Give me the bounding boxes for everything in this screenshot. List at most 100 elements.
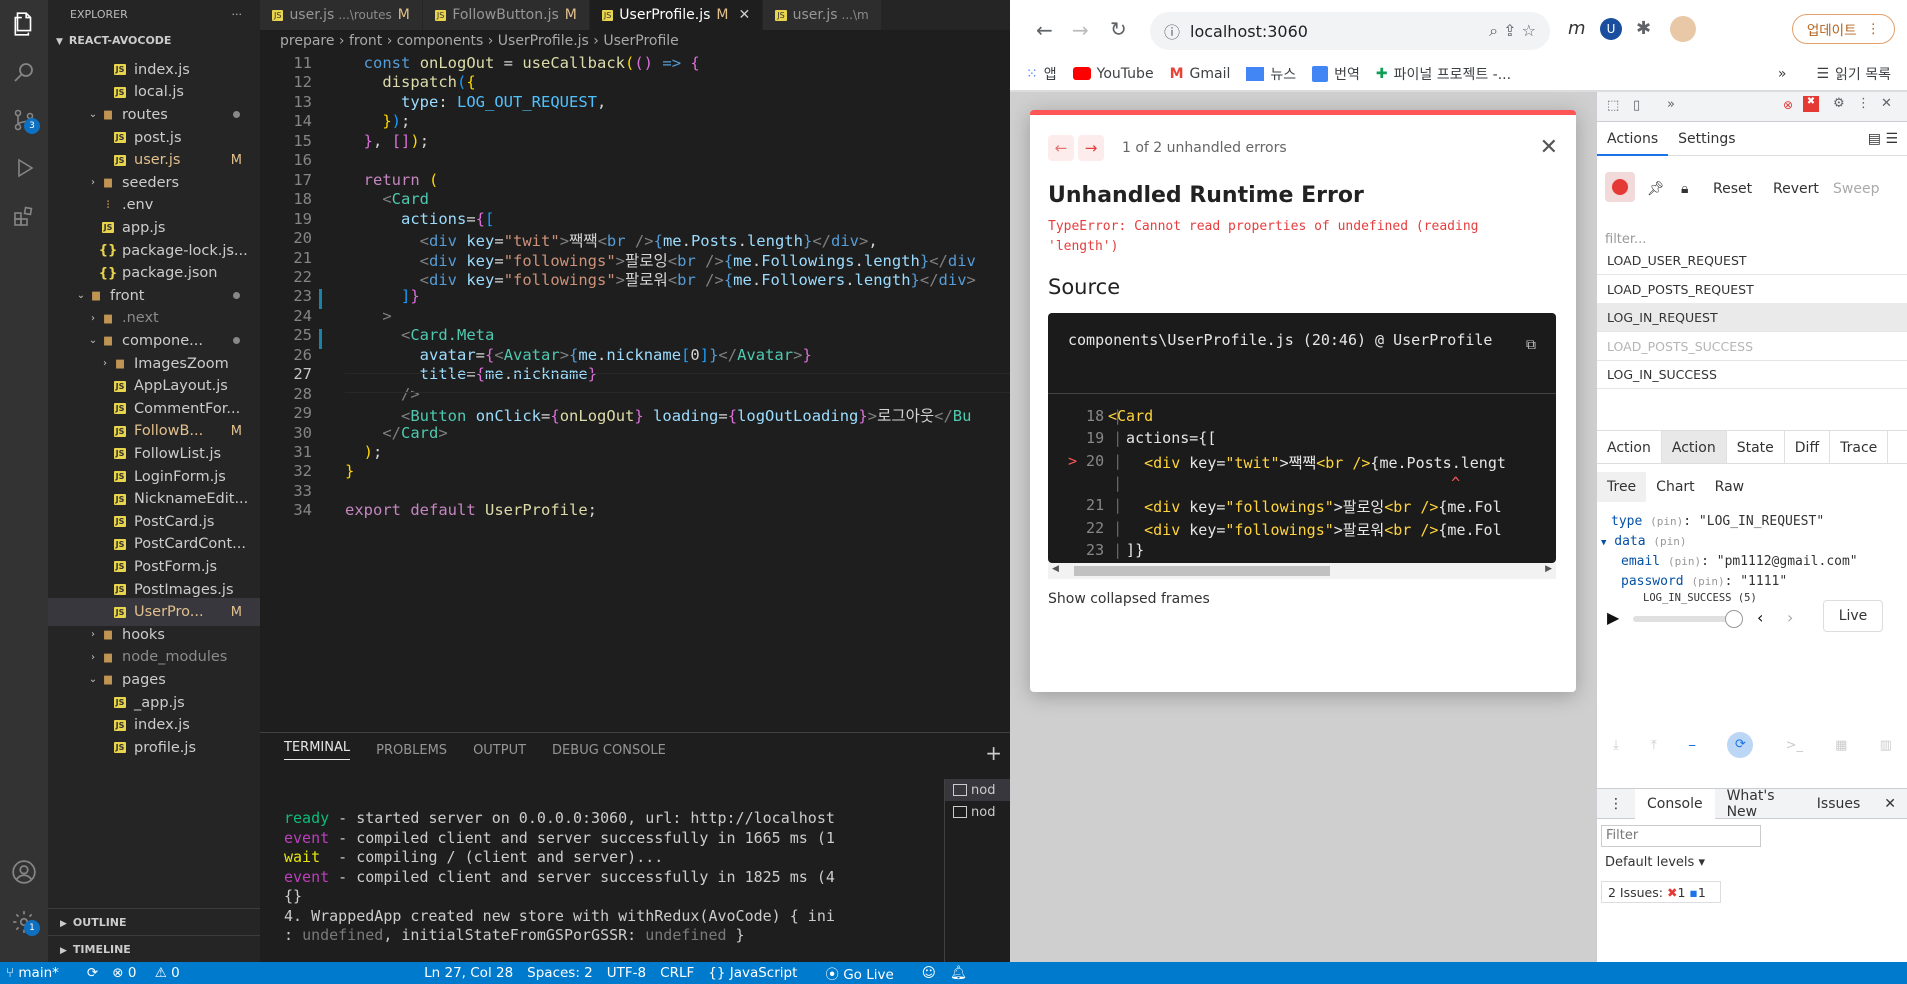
source-control-icon[interactable]: 3 [0,96,48,144]
layout-icon[interactable]: ▤ ☰ [1858,122,1907,156]
editor-tab[interactable]: JS user.js ...\m [763,0,882,30]
pin-label[interactable]: (pin) [1668,555,1701,568]
split-icon[interactable]: ▥ [1880,738,1892,753]
source-code-frame[interactable]: components\UserProfile.js (20:46) @ User… [1048,313,1556,563]
account-icon[interactable] [0,848,48,896]
code-line[interactable]: return ( [345,171,439,189]
address-bar[interactable]: ⓘ localhost:3060 ⌕ ⇪ ☆ [1150,12,1550,50]
scroll-left-icon[interactable]: ◀ [1052,564,1059,574]
code-line[interactable]: > [345,307,391,325]
indentation[interactable]: Spaces: 2 [527,965,593,981]
bell-icon[interactable]: 🔔︎ [950,965,967,981]
console-filter-input[interactable]: Filter [1601,825,1761,847]
inspector-tab[interactable]: Diff [1785,431,1831,463]
code-line[interactable]: <div key="followings">팔로워<br />{me.Follo… [345,268,976,290]
code-line[interactable]: } [345,462,354,480]
outline-section[interactable]: ▶ OUTLINE [48,908,260,935]
panel-tab[interactable]: OUTPUT [473,743,526,758]
devtools-close-icon[interactable]: ✕ [1881,96,1892,111]
action-filter-input[interactable]: filter... [1605,232,1646,247]
export-icon[interactable]: ⤒ [1651,738,1657,753]
revert-button[interactable]: Revert [1773,172,1819,206]
timeline-section[interactable]: ▶ TIMELINE [48,935,260,962]
language-mode[interactable]: {} JavaScript [708,965,811,981]
panel-tab[interactable]: PROBLEMS [376,743,447,758]
bookmark-youtube[interactable]: YouTube [1072,66,1154,82]
branch-item[interactable]: ⑂ main* [6,965,73,981]
code-line[interactable]: ); [345,443,383,461]
pin-label[interactable]: (pin) [1650,515,1683,528]
inspector-tab[interactable]: Trace [1830,431,1889,463]
reload-icon[interactable]: ↻ [1110,17,1127,41]
back-arrow-icon[interactable]: ← [1036,18,1053,42]
next-error-button[interactable]: → [1078,135,1104,161]
action-list-item[interactable]: LOG_IN_REQUEST [1597,303,1907,332]
bookmark-news[interactable]: 뉴스 [1246,64,1296,84]
site-info-icon[interactable]: ⓘ [1164,19,1180,43]
more-bookmarks[interactable]: » [1778,66,1801,82]
extension-m-icon[interactable]: m [1568,18,1586,39]
inspector-tab[interactable]: Action [1661,431,1727,463]
panel-tab[interactable]: DEBUG CONSOLE [552,743,666,758]
slider-thumb[interactable] [1725,610,1743,628]
sweep-button[interactable]: Sweep [1833,172,1879,206]
open-external-icon[interactable]: ⧉ [1526,337,1536,353]
tab-settings[interactable]: Settings [1668,122,1745,156]
error-badge-icon[interactable]: ⊗ [1783,98,1793,112]
new-terminal-plus-icon[interactable]: + [985,741,1002,765]
action-list-item[interactable]: LOG_IN_SUCCESS [1597,360,1907,389]
tree-file[interactable]: JS profile.js [48,734,260,762]
pin-label[interactable]: (pin) [1691,575,1724,588]
inspector-tab[interactable]: State [1727,431,1785,463]
device-toggle-icon[interactable]: ▯ [1633,98,1640,113]
puzzle-icon[interactable]: ✱ [1636,18,1651,39]
go-live-button[interactable]: ⦿ Go Live [825,963,907,983]
lock-icon[interactable]: 🔒︎ [1681,172,1688,206]
cursor-position[interactable]: Ln 27, Col 28 [424,965,513,981]
code-line[interactable]: const onLogOut = useCallback(() => { [345,54,700,72]
action-list-item[interactable]: LOAD_POSTS_REQUEST [1597,275,1907,304]
bookmark-translate[interactable]: 번역 [1312,64,1360,84]
step-back-icon[interactable]: ‹ [1757,608,1763,627]
reading-list[interactable]: ☰ 읽기 목록 [1816,64,1891,84]
bookmark-apps[interactable]: ⁙ 앱 [1026,64,1057,84]
forward-arrow-icon[interactable]: → [1072,18,1089,42]
feedback-icon[interactable]: ☺ [922,965,936,981]
editor-tab[interactable]: JS user.js ...\routes M [260,0,423,30]
persist-icon[interactable]: ⎯ [1689,738,1696,753]
inspector-tab[interactable]: Action [1597,431,1662,463]
close-tab-icon[interactable]: ✕ [738,7,750,23]
show-collapsed-frames-button[interactable]: Show collapsed frames [1048,591,1210,607]
import-icon[interactable]: ⤓ [1613,738,1619,753]
tab-issues[interactable]: Issues [1805,796,1873,812]
code-line[interactable]: <Card.Meta [345,326,494,344]
tab-whats-new[interactable]: What's New [1715,788,1805,820]
code-line[interactable]: }); [345,112,410,130]
code-line[interactable]: type: LOG_OUT_REQUEST, [345,93,606,111]
dispatcher-icon[interactable]: ⟳ [1727,732,1754,758]
devtools-more-icon[interactable]: ⋮ [1857,96,1870,111]
code-editor[interactable]: 11 const onLogOut = useCallback(() => {1… [260,52,1010,732]
source-file-link[interactable]: components\UserProfile.js (20:46) @ User… [1068,327,1508,353]
view-tab[interactable]: Tree [1597,472,1647,502]
step-forward-icon[interactable]: › [1787,608,1793,627]
record-button[interactable] [1605,172,1635,202]
editor-tab[interactable]: JS FollowButton.js M [422,0,590,30]
bookmark-sheets[interactable]: ✚ 파이널 프로젝트 -... [1376,64,1511,84]
more-panels-icon[interactable]: » [1667,97,1675,112]
code-line[interactable]: <Card [345,190,429,208]
zoom-icon[interactable]: ⌕ ⇪ ☆ [1489,21,1536,41]
drawer-menu-icon[interactable]: ⋮ [1597,796,1635,812]
warning-badge-icon[interactable]: ✖ [1803,96,1819,112]
workspace-root[interactable]: ▼ REACT-AVOCODE [48,30,260,52]
breadcrumb[interactable]: prepare › front › components › UserProfi… [260,30,1010,52]
code-line[interactable]: }, []); [345,132,429,150]
scroll-right-icon[interactable]: ▶ [1545,564,1552,574]
grid-icon[interactable]: ▦ [1835,738,1847,753]
view-tab[interactable]: Raw [1705,472,1754,502]
live-button[interactable]: Live [1823,600,1883,632]
encoding[interactable]: UTF-8 [607,965,646,981]
panel-tab[interactable]: TERMINAL [284,740,351,760]
code-line[interactable]: actions={[ [345,210,494,228]
pin-icon[interactable]: 📌︎ [1647,172,1665,206]
